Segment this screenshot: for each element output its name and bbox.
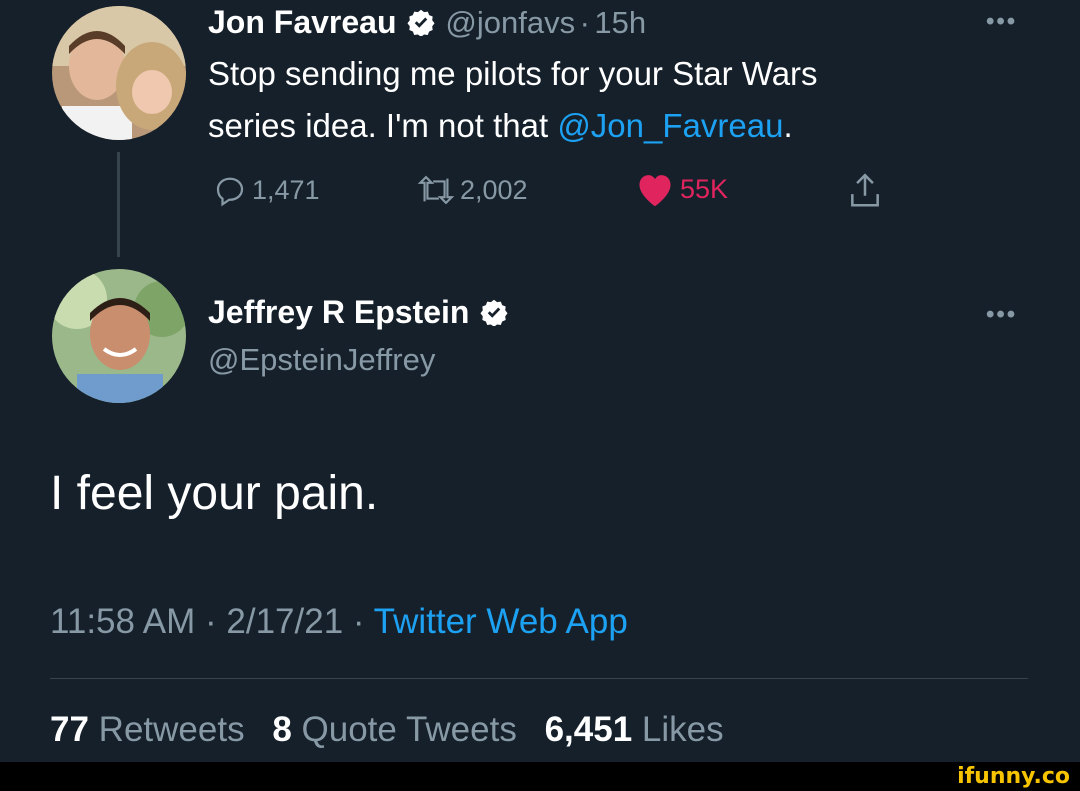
retweets-stat[interactable]: 77 Retweets: [50, 710, 245, 749]
tweet-text-fragment: .: [783, 107, 793, 144]
retweets-label: Retweets: [98, 710, 245, 749]
retweets-count: 77: [50, 710, 89, 749]
quotes-label: Quote Tweets: [301, 710, 517, 749]
share-button[interactable]: [846, 170, 884, 217]
mention-link[interactable]: @Jon_Favreau: [557, 107, 783, 144]
share-icon: [851, 173, 879, 207]
tweet-text-line: series idea. I'm not that @Jon_Favreau.: [208, 100, 1008, 152]
author-handle[interactable]: @jonfavs: [445, 5, 575, 40]
author-handle[interactable]: @EpsteinJeffrey: [208, 342, 435, 378]
author-name[interactable]: Jeffrey R Epstein: [208, 294, 469, 330]
like-count: 55K: [680, 173, 729, 204]
retweet-icon: [417, 175, 455, 205]
tweet-timestamp-row: 11:58 AM · 2/17/21 · Twitter Web App: [50, 602, 628, 642]
tweet-time[interactable]: 15h: [594, 5, 646, 40]
parent-tweet-header: Jon Favreau @jonfavs · 15h: [208, 4, 646, 41]
reply-author-name-row: Jeffrey R Epstein: [208, 294, 508, 331]
reply-tweet-text: I feel your pain.: [50, 467, 379, 520]
parent-tweet-text: Stop sending me pilots for your Star War…: [208, 48, 1008, 152]
verified-badge-icon: [480, 298, 508, 331]
divider: [50, 678, 1028, 679]
thread-line: [117, 152, 120, 257]
reply-icon: [216, 177, 244, 207]
like-button[interactable]: 55K: [634, 170, 728, 208]
tweet-timestamp[interactable]: 11:58 AM · 2/17/21 ·: [50, 602, 374, 641]
author-name[interactable]: Jon Favreau: [208, 4, 397, 40]
tweet-text-line: Stop sending me pilots for your Star War…: [208, 55, 818, 92]
retweet-button[interactable]: 2,002: [416, 172, 528, 208]
separator: ·: [579, 5, 590, 40]
avatar-jon-favreau[interactable]: [52, 6, 186, 140]
tweet-stats: 77 Retweets 8 Quote Tweets 6,451 Likes: [50, 710, 724, 750]
heart-icon: [639, 175, 671, 207]
likes-count: 6,451: [544, 710, 633, 749]
reply-button[interactable]: 1,471: [212, 172, 320, 208]
verified-badge-icon: [407, 8, 435, 41]
likes-label: Likes: [641, 710, 724, 749]
likes-stat[interactable]: 6,451 Likes: [545, 710, 724, 749]
avatar-jeffrey-epstein[interactable]: [52, 269, 186, 403]
quotes-count: 8: [272, 710, 292, 749]
tweet-source-link[interactable]: Twitter Web App: [374, 602, 628, 641]
footer-bar: [0, 762, 1080, 791]
watermark-logo: ifunny.co: [957, 764, 1070, 789]
more-icon[interactable]: •••: [986, 8, 1017, 36]
quotes-stat[interactable]: 8 Quote Tweets: [272, 710, 517, 749]
more-icon[interactable]: •••: [986, 301, 1017, 329]
reply-count: 1,471: [252, 174, 320, 205]
retweet-count: 2,002: [460, 174, 528, 205]
tweet-text-fragment: series idea. I'm not that: [208, 107, 558, 144]
